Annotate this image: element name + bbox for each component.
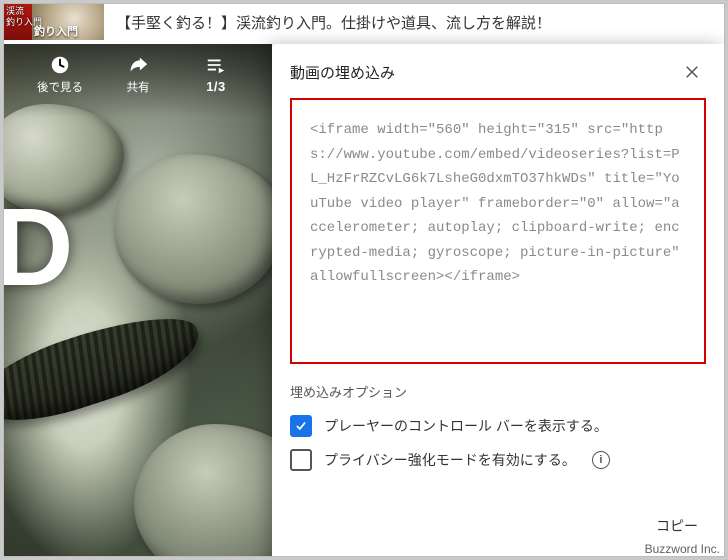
playlist-button[interactable]: 1/3 (189, 54, 243, 94)
playlist-icon (205, 54, 227, 76)
info-icon[interactable]: i (592, 451, 610, 469)
thumbnail-red-band: 渓流 釣り入門 (4, 4, 32, 40)
playlist-count: 1/3 (206, 79, 226, 94)
embed-code-box[interactable]: <iframe width="560" height="315" src="ht… (290, 98, 706, 364)
share-button[interactable]: 共有 (111, 54, 165, 95)
thumbnail-subtitle: 釣り入門 (34, 23, 78, 39)
watch-later-button[interactable]: 後で見る (33, 54, 87, 95)
brand-watermark: Buzzword Inc. (645, 542, 720, 556)
video-preview-pane[interactable]: D 後で見る 共有 1/3 (4, 44, 272, 556)
close-button[interactable] (678, 58, 706, 86)
video-title: 【手堅く釣る！】渓流釣り入門。仕掛けや道具、流し方を解説！ (104, 12, 724, 33)
privacy-mode-label: プライバシー強化モードを有効にする。 (324, 450, 576, 470)
embed-popup: 動画の埋め込み <iframe width="560" height="315"… (272, 44, 724, 556)
video-thumbnail[interactable]: 渓流 釣り入門 釣り入門 (4, 4, 104, 40)
check-icon (294, 419, 308, 433)
show-controls-checkbox[interactable] (290, 415, 312, 437)
embed-options-heading: 埋め込みオプション (272, 368, 724, 405)
share-icon (127, 54, 149, 76)
show-controls-label: プレーヤーのコントロール バーを表示する。 (324, 416, 608, 436)
popup-title: 動画の埋め込み (290, 62, 678, 83)
channel-letter: D (4, 184, 73, 311)
share-label: 共有 (127, 79, 150, 95)
privacy-mode-checkbox[interactable] (290, 449, 312, 471)
watch-later-label: 後で見る (37, 79, 83, 95)
clock-icon (49, 54, 71, 76)
copy-button[interactable]: コピー (650, 510, 704, 542)
close-icon (683, 63, 701, 81)
rock-decoration (114, 154, 272, 304)
